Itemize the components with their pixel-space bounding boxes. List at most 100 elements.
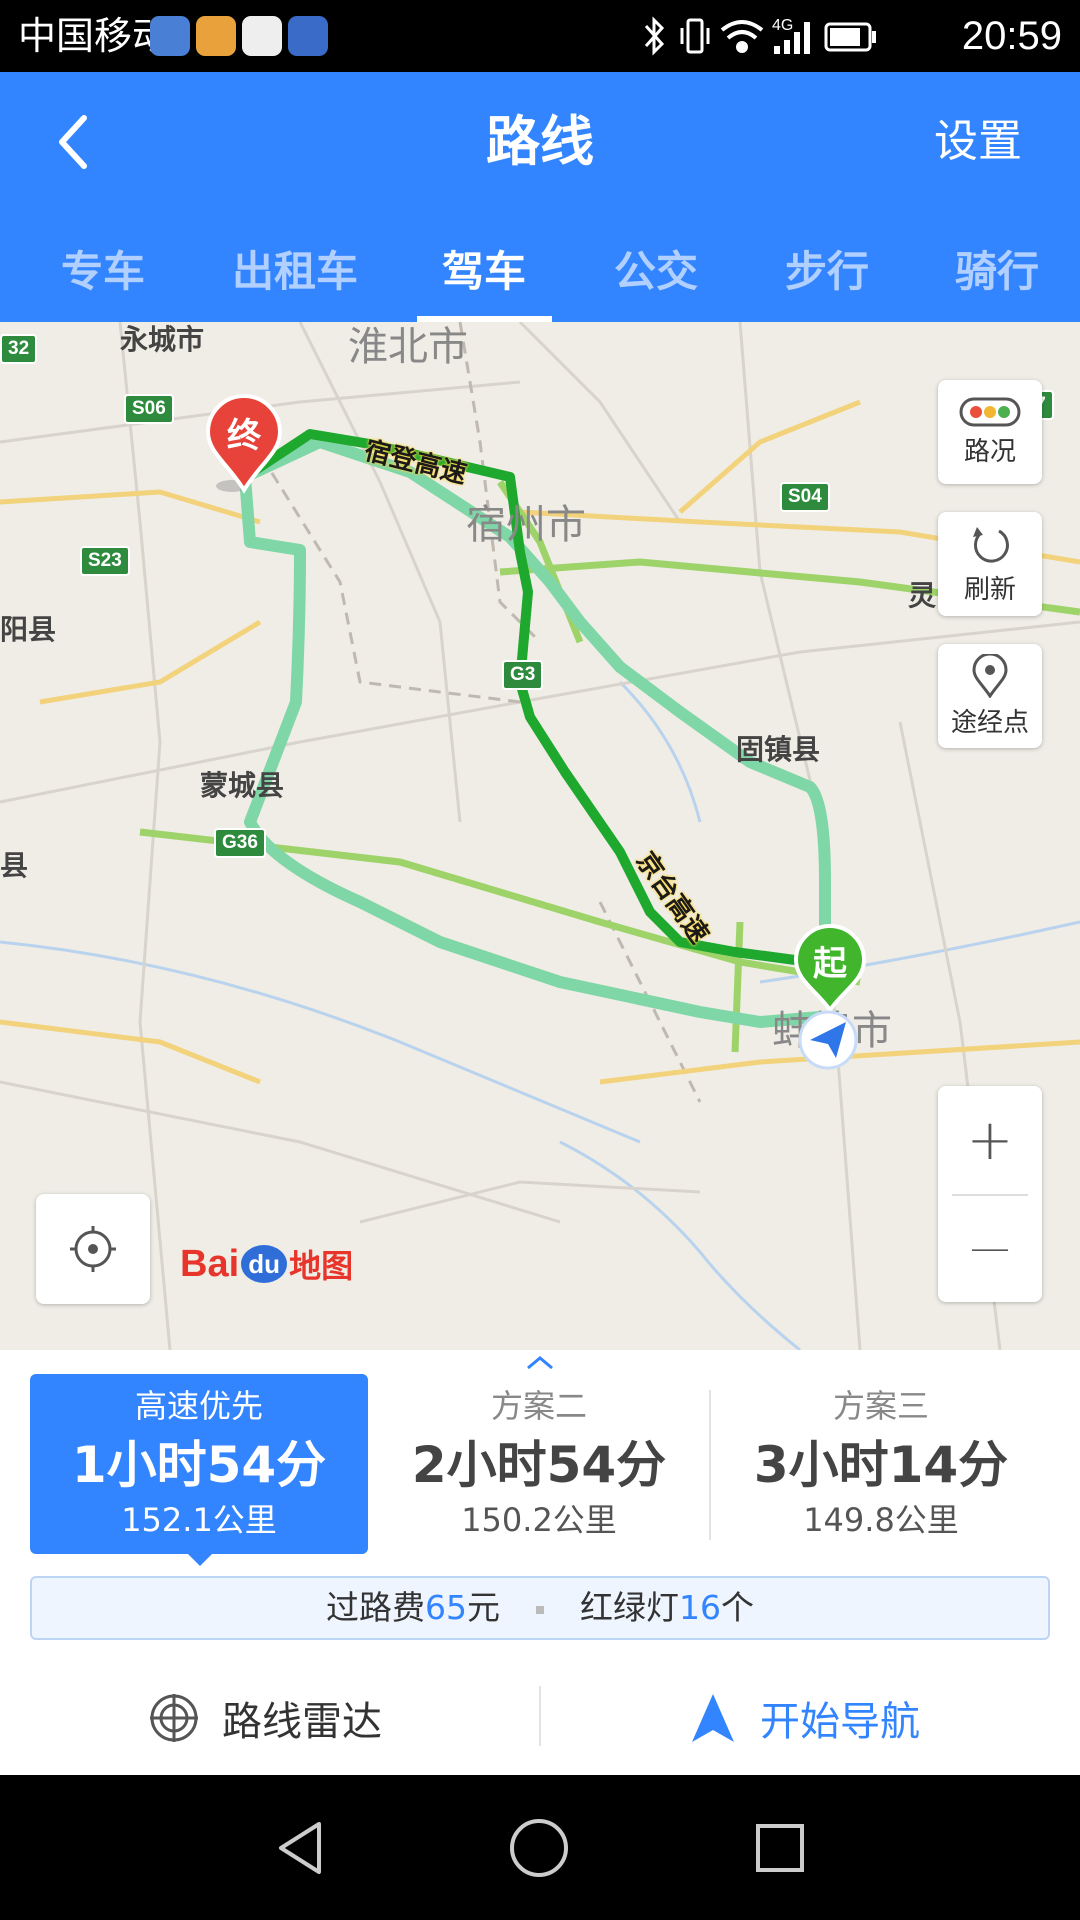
shield-g3: G3	[502, 660, 544, 690]
navigation-arrow-icon	[692, 1693, 734, 1742]
tab-cycle[interactable]: 骑行	[912, 232, 1080, 322]
current-location-icon	[798, 1010, 858, 1070]
route-panel: 高速优先 1小时54分 152.1公里 方案二 2小时54分 150.2公里 方…	[0, 1350, 1080, 1775]
status-icons: 4G	[644, 16, 876, 56]
selected-plan-pointer	[186, 1552, 214, 1566]
square-recents-icon	[756, 1824, 804, 1872]
separator-dot	[536, 1605, 544, 1614]
carrier-name: 中国移动	[18, 14, 171, 58]
traffic-button[interactable]: 路况	[938, 380, 1042, 484]
map-view[interactable]: 淮北市 永城市 宿州市 固镇县 蒙城县 蚌埠市 阳县 县 灵 S06 S07 S…	[0, 322, 1080, 1350]
plan-time: 2小时54分	[411, 1436, 667, 1494]
page-title: 路线	[486, 110, 594, 173]
lights-unit: 个	[721, 1588, 754, 1627]
refresh-button[interactable]: 刷新	[938, 512, 1042, 616]
triangle-back-icon	[279, 1822, 321, 1874]
plan-name: 高速优先	[134, 1387, 263, 1425]
shield-s04: S04	[780, 482, 830, 512]
nav-home-button[interactable]	[504, 1813, 574, 1883]
plan-option-1[interactable]: 高速优先 1小时54分 152.1公里	[30, 1374, 368, 1554]
plan-option-2[interactable]: 方案二 2小时54分 150.2公里	[370, 1374, 708, 1554]
star-app-icon	[288, 16, 328, 56]
locate-button[interactable]	[36, 1194, 150, 1304]
tab-taxi[interactable]: 出租车	[210, 232, 380, 322]
place-mengcheng: 蒙城县	[200, 769, 285, 802]
shield-s23: S23	[80, 546, 130, 576]
zoom-out-button[interactable]: —	[938, 1194, 1042, 1302]
plan-distance: 152.1公里	[121, 1501, 277, 1539]
tab-walk[interactable]: 步行	[742, 232, 912, 322]
shield-s06: S06	[124, 394, 174, 424]
place-yongcheng: 永城市	[120, 323, 205, 356]
start-marker-label: 起	[813, 944, 847, 984]
refresh-label: 刷新	[963, 574, 1016, 605]
transport-tabs: 专车 出租车 驾车 公交 步行 骑行	[0, 232, 1080, 322]
logo-bai: Bai	[180, 1242, 240, 1285]
toll-label: 过路费	[326, 1588, 425, 1627]
status-bar: 中国移动 4G 20:59	[0, 0, 1080, 72]
nav-recents-button[interactable]	[745, 1813, 815, 1883]
action-bar: 路线雷达 开始导航	[0, 1660, 1080, 1775]
lights-label: 红绿灯	[580, 1588, 679, 1627]
settings-button[interactable]: 设置	[934, 112, 1022, 172]
tab-special-car[interactable]: 专车	[18, 232, 188, 322]
plan-name: 方案三	[832, 1387, 929, 1425]
route-radar-label: 路线雷达	[222, 1698, 382, 1745]
baidu-map-logo: Bai du 地图	[180, 1232, 353, 1296]
start-navigation-button[interactable]: 开始导航	[690, 1660, 920, 1775]
waypoint-label: 途经点	[950, 707, 1029, 738]
toll-info-bar[interactable]: 过路费65元 红绿灯16个	[30, 1576, 1050, 1640]
end-marker[interactable]: 终	[204, 394, 284, 494]
action-divider	[539, 1686, 541, 1746]
traffic-light-icon	[959, 397, 1021, 426]
zoom-control: + —	[938, 1086, 1042, 1302]
start-navigation-label: 开始导航	[760, 1698, 920, 1745]
place-huaibei: 淮北市	[348, 324, 468, 370]
plan-name: 方案二	[490, 1387, 587, 1425]
place-yangxian: 阳县	[0, 613, 57, 646]
logo-du: du	[241, 1245, 288, 1283]
plan-divider	[709, 1390, 711, 1540]
wifi-icon	[720, 20, 764, 53]
radar-icon	[150, 1693, 198, 1742]
route-radar-button[interactable]: 路线雷达	[148, 1660, 382, 1775]
chevron-up-icon[interactable]	[526, 1354, 554, 1370]
network-type: 4G	[772, 17, 793, 34]
plan-time: 3小时14分	[753, 1436, 1009, 1494]
shield-edge: 32	[0, 334, 38, 364]
zoom-in-button[interactable]: +	[938, 1086, 1042, 1194]
place-guzhen: 固镇县	[736, 733, 821, 766]
map-canvas	[0, 322, 1080, 1350]
bluetooth-icon	[644, 16, 665, 56]
qq-app-icon	[242, 16, 282, 56]
browser-app-icon	[196, 16, 236, 56]
shield-g36: G36	[214, 828, 266, 858]
place-ling: 灵	[908, 579, 937, 612]
logo-ditu: 地图	[289, 1247, 354, 1285]
location-app-icon	[150, 16, 190, 56]
nav-back-button[interactable]	[266, 1813, 336, 1883]
plan-distance: 149.8公里	[803, 1501, 959, 1539]
header: 路线 设置 专车 出租车 驾车 公交 步行 骑行	[0, 72, 1080, 322]
clock: 20:59	[961, 14, 1062, 58]
traffic-label: 路况	[963, 436, 1016, 467]
plan-distance: 150.2公里	[461, 1501, 617, 1539]
circle-home-icon	[510, 1819, 568, 1877]
plan-time: 1小时54分	[71, 1436, 327, 1494]
locate-target-icon	[70, 1226, 116, 1272]
tab-drive[interactable]: 驾车	[399, 232, 569, 322]
toll-unit: 元	[467, 1588, 500, 1627]
tab-bus[interactable]: 公交	[571, 232, 741, 322]
vibrate-icon	[680, 18, 710, 54]
battery-icon	[824, 22, 876, 52]
toll-value: 65	[425, 1588, 467, 1627]
system-nav-bar	[0, 1775, 1080, 1920]
refresh-icon	[973, 526, 1009, 563]
waypoint-pin-icon	[972, 653, 1008, 698]
plan-option-3[interactable]: 方案三 3小时14分 149.8公里	[712, 1374, 1050, 1554]
start-marker[interactable]: 起	[790, 924, 870, 1014]
lights-value: 16	[679, 1588, 721, 1627]
end-marker-label: 终	[227, 416, 261, 456]
waypoint-button[interactable]: 途经点	[938, 644, 1042, 748]
place-suzhou: 宿州市	[466, 502, 586, 548]
